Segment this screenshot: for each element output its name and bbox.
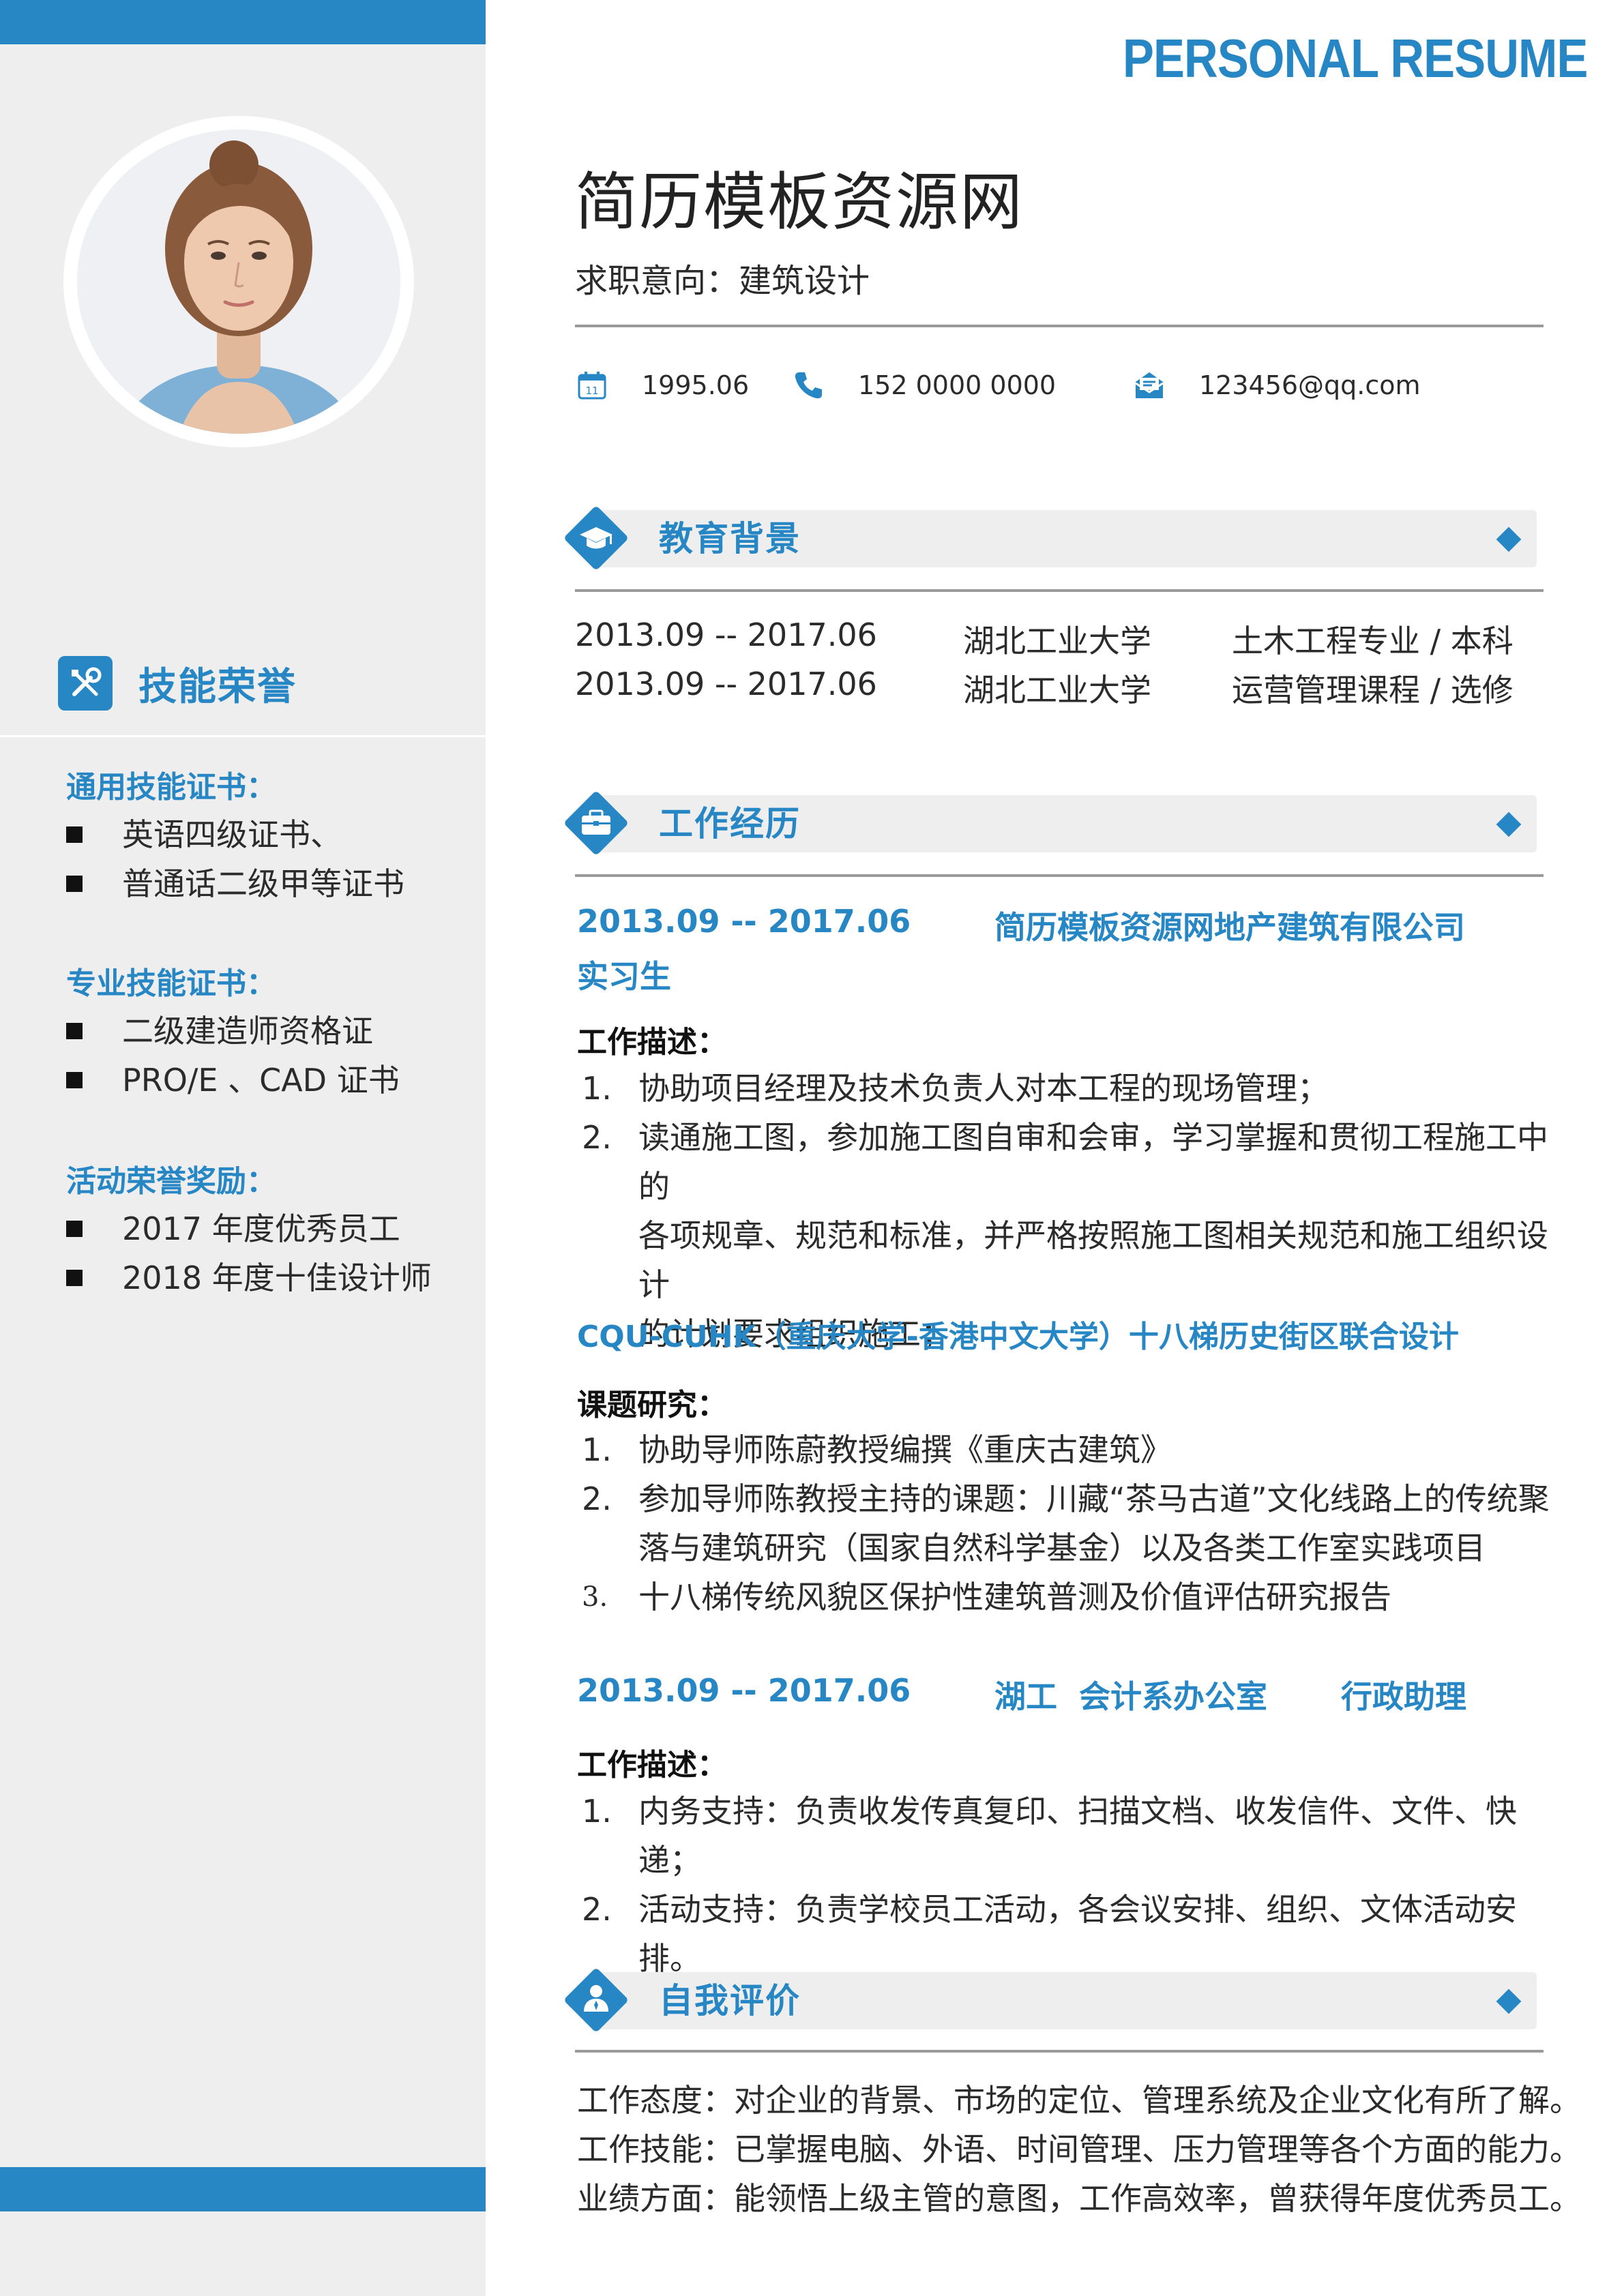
skill-item: 二级建造师资格证 <box>66 1007 400 1056</box>
section-education-header: 教育背景 <box>561 506 1537 569</box>
list-item: 1. 内务支持：负责收发传真复印、扫描文档、收发信件、文件、快递； <box>582 1793 1517 1879</box>
project-desc-label: 课题研究： <box>577 1388 727 1422</box>
skills-title: 技能荣誉 <box>138 664 297 709</box>
header-divider <box>575 325 1544 327</box>
edu-school: 湖北工业大学 <box>963 623 1151 659</box>
email-address: 123456@qq.com <box>1199 370 1421 400</box>
sidebar: 技能荣誉 通用技能证书： 英语四级证书、 普通话二级甲等证书 专业技能证书： 二… <box>0 0 486 2296</box>
education-divider <box>575 589 1544 592</box>
self-eval-divider <box>575 2050 1544 2053</box>
avatar-photo <box>77 130 400 434</box>
skill-item: 普通话二级甲等证书 <box>66 859 404 908</box>
avatar <box>63 116 414 447</box>
list-item: 1. 协助导师陈蔚教授编撰《重庆古建筑》 <box>582 1431 1172 1468</box>
skill-group-professional: 专业技能证书： 二级建造师资格证 PRO/E 、CAD 证书 <box>66 961 400 1105</box>
phone-icon <box>791 368 825 402</box>
contact-email: 123456@qq.com <box>1132 361 1421 409</box>
square-bullet-icon <box>66 1270 83 1286</box>
graduation-cap-icon <box>561 503 631 573</box>
contact-phone: 152 0000 0000 <box>791 361 1056 409</box>
portrait-image <box>77 130 400 434</box>
job-period: 2013.09 -- 2017.06 <box>577 1672 911 1709</box>
list-item: 3. 十八梯传统风貌区保护性建筑普测及价值评估研究报告 <box>582 1579 1391 1615</box>
edu-major: 运营管理课程 / 选修 <box>1232 672 1514 709</box>
self-eval-line: 业绩方面：能领悟上级主管的意图，工作高效率，曾获得年度优秀员工。 <box>577 2180 1581 2217</box>
job-intent: 求职意向：建筑设计 <box>575 262 870 300</box>
edu-period: 2013.09 -- 2017.06 <box>575 616 877 653</box>
skill-item: PRO/E 、CAD 证书 <box>66 1056 400 1105</box>
tools-icon <box>58 656 113 711</box>
skill-group-title: 专业技能证书： <box>66 966 276 1001</box>
phone-number: 152 0000 0000 <box>858 370 1057 400</box>
square-bullet-icon <box>66 1221 83 1237</box>
skill-group-title: 通用技能证书： <box>66 770 276 805</box>
list-item: 2. 参加导师陈教授主持的课题：川藏“茶马古道”文化线路上的传统聚 落与建筑研究（国… <box>582 1480 1550 1566</box>
birth-date: 1995.06 <box>642 370 750 400</box>
job-role: 行政助理 <box>1341 1678 1466 1715</box>
self-eval-line: 工作技能：已掌握电脑、外语、时间管理、压力管理等各个方面的能力。 <box>577 2131 1581 2168</box>
section-title: 自我评价 <box>659 1981 801 2021</box>
user-icon <box>561 1965 631 2035</box>
job-role: 实习生 <box>577 958 671 995</box>
skill-group-title: 活动荣誉奖励： <box>66 1164 276 1199</box>
candidate-name: 简历模板资源网 <box>575 166 1024 239</box>
square-bullet-icon <box>66 1023 83 1039</box>
section-title: 教育背景 <box>659 519 801 558</box>
svg-text:11: 11 <box>585 385 598 397</box>
job-company: 湖工 会计系办公室 <box>994 1678 1268 1715</box>
job-desc-label: 工作描述： <box>577 1025 727 1060</box>
skill-group-awards: 活动荣誉奖励： 2017 年度优秀员工 2018 年度十佳设计师 <box>66 1159 432 1302</box>
list-item: 1. 协助项目经理及技术负责人对本工程的现场管理； <box>582 1070 1329 1107</box>
skills-header: 技能荣誉 <box>58 655 297 712</box>
job-period: 2013.09 -- 2017.06 <box>577 903 911 940</box>
edu-major: 土木工程专业 / 本科 <box>1232 623 1514 659</box>
section-title: 工作经历 <box>659 804 801 844</box>
project-title: CQU-CUHK（重庆大学-香港中文大学）十八梯历史街区联合设计 <box>577 1320 1459 1354</box>
sidebar-bottom-bar <box>0 2167 486 2211</box>
project-desc-list: 1. 协助导师陈蔚教授编撰《重庆古建筑》 2. 参加导师陈教授主持的课题：川藏“茶马… <box>582 1425 1550 1622</box>
job-desc-label: 工作描述： <box>577 1748 727 1783</box>
skill-group-general: 通用技能证书： 英语四级证书、 普通话二级甲等证书 <box>66 765 404 908</box>
calendar-icon: 11 <box>575 368 609 402</box>
contact-birth: 11 1995.06 <box>575 361 749 409</box>
square-bullet-icon <box>66 826 83 843</box>
resume-banner: PERSONAL RESUME <box>1123 28 1588 89</box>
edu-school: 湖北工业大学 <box>963 672 1151 709</box>
skill-item: 2018 年度十佳设计师 <box>66 1253 432 1302</box>
sidebar-top-bar <box>0 0 486 44</box>
square-bullet-icon <box>66 1072 83 1088</box>
edu-period: 2013.09 -- 2017.06 <box>575 666 877 702</box>
briefcase-icon <box>561 788 631 858</box>
section-work-header: 工作经历 <box>561 791 1537 854</box>
job-company: 简历模板资源网地产建筑有限公司 <box>994 909 1465 946</box>
job-desc-list: 1. 内务支持：负责收发传真复印、扫描文档、收发信件、文件、快递； 2. 活动支持：… <box>582 1787 1550 1983</box>
skills-divider <box>0 735 486 737</box>
square-bullet-icon <box>66 876 83 892</box>
skill-item: 2017 年度优秀员工 <box>66 1204 432 1253</box>
work-divider <box>575 874 1544 877</box>
mail-icon <box>1132 368 1166 402</box>
section-self-eval-header: 自我评价 <box>561 1968 1537 2031</box>
skill-item: 英语四级证书、 <box>66 810 404 859</box>
self-eval-line: 工作态度：对企业的背景、市场的定位、管理系统及企业文化有所了解。 <box>577 2082 1581 2119</box>
